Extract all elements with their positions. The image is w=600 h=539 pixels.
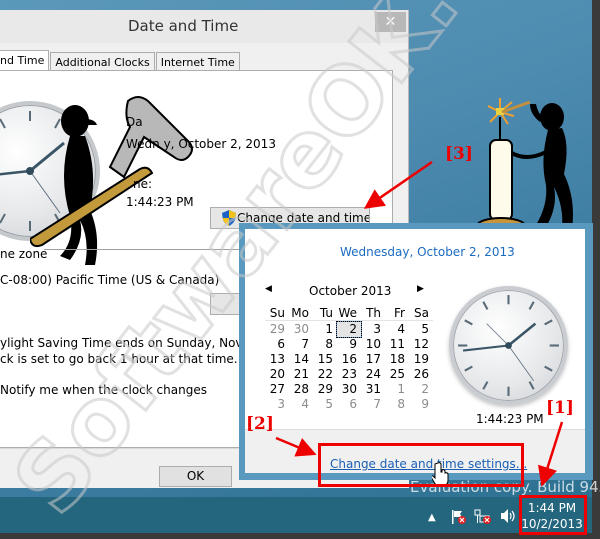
calendar-week-row: 29 30 1 2 3 4 5 [265, 321, 433, 338]
tab-bar: nd Time Additional Clocks Internet Time [0, 50, 241, 72]
calendar-day[interactable]: 21 [289, 367, 313, 382]
calendar-day[interactable]: 11 [385, 337, 409, 352]
calendar-day[interactable]: 30 [289, 322, 313, 337]
weekday-header: Mo [291, 306, 309, 320]
calendar-day[interactable]: 2 [409, 382, 433, 397]
calendar-day[interactable]: 6 [265, 337, 289, 352]
candle-man-illustration [476, 98, 573, 235]
calendar-day[interactable]: 7 [289, 337, 313, 352]
uac-shield-icon [222, 210, 236, 226]
calendar-day[interactable]: 4 [289, 397, 313, 412]
month-year-label[interactable]: October 2013 [309, 284, 391, 298]
calendar-day[interactable]: 3 [361, 322, 385, 337]
dst-info-line2: ck is set to go back 1 hour at that time… [0, 352, 238, 366]
calendar-day[interactable]: 23 [337, 367, 361, 382]
calendar-day[interactable]: 9 [337, 337, 361, 352]
calendar-day[interactable]: 4 [385, 322, 409, 337]
calendar-day[interactable]: 20 [265, 367, 289, 382]
calendar-day[interactable]: 14 [289, 352, 313, 367]
network-error-icon[interactable] [474, 509, 492, 525]
close-button[interactable]: ✕ [375, 12, 406, 32]
calendar-day[interactable]: 16 [337, 352, 361, 367]
calendar-day[interactable]: 27 [265, 382, 289, 397]
calendar-day[interactable]: 25 [385, 367, 409, 382]
calendar-day[interactable]: 7 [361, 397, 385, 412]
dialog-title: Date and Time [128, 17, 239, 35]
calendar-day[interactable]: 19 [409, 352, 433, 367]
callout-label-3: [3] [445, 144, 473, 164]
weekday-header: Tu [319, 306, 333, 320]
calendar-day[interactable]: 29 [265, 322, 289, 337]
date-value: Wedn y, October 2, 2013 [126, 137, 276, 151]
calendar-day[interactable]: 5 [409, 322, 433, 337]
calendar-day[interactable]: 26 [409, 367, 433, 382]
callout-highlight-settings-link [318, 443, 524, 487]
tab-additional-clocks[interactable]: Additional Clocks [50, 52, 155, 72]
weekday-header: We [338, 306, 357, 320]
date-label: Da [126, 115, 143, 129]
calendar-day[interactable]: 24 [361, 367, 385, 382]
calendar-flyout: Wednesday, October 2, 2013 ◀ October 201… [239, 223, 593, 480]
previous-month-button[interactable]: ◀ [265, 284, 272, 294]
calendar-day[interactable]: 13 [265, 352, 289, 367]
calendar-week-row: 6 7 8 9 10 11 12 [265, 337, 433, 352]
flyout-digital-time: 1:44:23 PM [476, 412, 544, 426]
calendar-day[interactable]: 31 [361, 382, 385, 397]
flyout-long-date[interactable]: Wednesday, October 2, 2013 [340, 245, 515, 259]
calendar-week-row: 13 14 15 16 17 18 19 [265, 352, 433, 367]
tab-date-and-time[interactable]: nd Time [0, 50, 50, 72]
notify-checkbox-label[interactable]: Notify me when the clock changes [0, 383, 207, 397]
weekday-header: Fr [394, 306, 405, 320]
hammer-man-illustration [30, 96, 193, 265]
time-value: 1:44:23 PM [126, 195, 194, 209]
action-center-flag-icon[interactable] [451, 509, 467, 525]
calendar-day[interactable]: 9 [409, 397, 433, 412]
calendar-day[interactable]: 3 [265, 397, 289, 412]
taskbar-bottom-edge [0, 533, 592, 539]
calendar-day[interactable]: 12 [409, 337, 433, 352]
ok-button[interactable]: OK [159, 466, 232, 487]
volume-icon[interactable] [499, 507, 517, 525]
calendar-day[interactable]: 5 [313, 397, 337, 412]
time-label: ne: [133, 177, 153, 191]
calendar-day[interactable]: 15 [313, 352, 337, 367]
clock-face-icon [458, 295, 559, 396]
calendar-week-row: 20 21 22 23 24 25 26 [265, 367, 433, 382]
calendar-day[interactable]: 30 [337, 382, 361, 397]
time-zone-heading: ne zone [0, 247, 48, 261]
weekday-header: Su [269, 306, 285, 320]
flyout-analog-clock [449, 286, 568, 405]
calendar-week-row: 27 28 29 30 31 1 2 [265, 382, 433, 397]
show-hidden-icons-button[interactable]: ▲ [428, 512, 436, 523]
next-month-button[interactable]: ▶ [417, 284, 424, 294]
flyout-panel: Wednesday, October 2, 2013 ◀ October 201… [245, 229, 585, 473]
calendar-day[interactable]: 10 [361, 337, 385, 352]
callout-label-1: [1] [546, 398, 574, 418]
calendar-day[interactable]: 8 [385, 397, 409, 412]
dst-info-line1: ylight Saving Time ends on Sunday, Novem… [0, 336, 277, 350]
weekday-header-row: Su Mo Tu We Th Fr Sa [265, 306, 433, 321]
calendar-grid: Su Mo Tu We Th Fr Sa 29 30 1 2 3 4 5 6 7 8 9 10 11 12 13 14 15… [265, 306, 433, 412]
calendar-day[interactable]: 22 [313, 367, 337, 382]
calendar-day[interactable]: 6 [337, 397, 361, 412]
calendar-day-today[interactable]: 2 [336, 321, 362, 338]
callout-label-2: [2] [246, 414, 274, 434]
calendar-week-row: 3456789 [265, 397, 433, 412]
weekday-header: Th [366, 306, 381, 320]
time-zone-divider [44, 249, 244, 250]
calendar-day[interactable]: 29 [313, 382, 337, 397]
time-zone-value: C-08:00) Pacific Time (US & Canada) [0, 273, 220, 287]
calendar-day[interactable]: 1 [385, 382, 409, 397]
callout-highlight-clock [519, 495, 587, 535]
calendar-day[interactable]: 17 [361, 352, 385, 367]
screen-edge [592, 0, 600, 539]
calendar-day[interactable]: 8 [313, 337, 337, 352]
tab-internet-time[interactable]: Internet Time [155, 52, 240, 72]
dialog-titlebar[interactable]: Date and Time ✕ [0, 10, 408, 43]
calendar-day[interactable]: 18 [385, 352, 409, 367]
weekday-header: Sa [414, 306, 429, 320]
calendar-day[interactable]: 1 [313, 322, 337, 337]
calendar-day[interactable]: 28 [289, 382, 313, 397]
